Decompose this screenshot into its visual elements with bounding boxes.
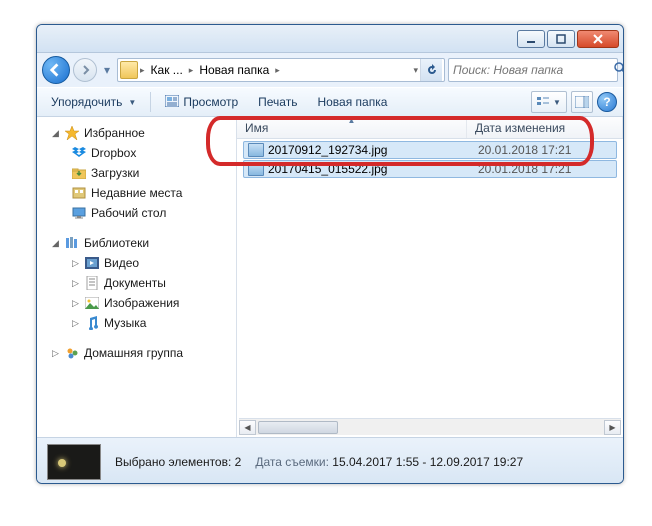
details-pane: Выбрано элементов: 2 Дата съемки: 15.04.… [37,437,623,484]
help-button[interactable]: ? [597,92,617,112]
recent-icon [71,185,87,201]
sidebar-item-libraries[interactable]: ◢Библиотеки [37,233,236,253]
breadcrumb[interactable]: ▸ Как ... ▸ Новая папка ▸ ▾ [117,58,445,82]
sidebar-item-downloads[interactable]: Загрузки [37,163,236,183]
scroll-right-button[interactable]: ▶ [604,420,621,435]
chevron-down-icon[interactable]: ▾ [413,65,418,76]
libraries-icon [64,235,80,251]
search-icon [614,62,624,78]
column-headers: Имя▲ Дата изменения [237,117,623,139]
expand-icon: ▷ [71,279,80,288]
file-date: 20.01.2018 17:21 [468,162,616,176]
documents-icon [84,275,100,291]
navigation-pane: ◢Избранное Dropbox Загрузки Недавние мес… [37,117,237,437]
desktop-icon [71,205,87,221]
expand-icon: ▷ [71,259,80,268]
expand-icon: ▷ [71,319,80,328]
expand-icon: ▷ [71,299,80,308]
sidebar-item-video[interactable]: ▷Видео [37,253,236,273]
content-area: ◢Избранное Dropbox Загрузки Недавние мес… [37,117,623,437]
organize-button[interactable]: Упорядочить▼ [43,90,144,114]
file-pane: Имя▲ Дата изменения 20170912_192734.jpg … [237,117,623,437]
details-label: Дата съемки: [255,455,329,469]
breadcrumb-seg[interactable]: Как ... [147,63,187,77]
collapse-icon: ◢ [51,129,60,138]
preview-icon [165,95,179,110]
sidebar-item-music[interactable]: ▷Музыка [37,313,236,333]
preview-pane-button[interactable] [571,91,593,113]
preview-button[interactable]: Просмотр [157,90,246,114]
scroll-thumb[interactable] [258,421,338,434]
music-icon [84,315,100,331]
folder-icon [120,61,138,79]
expand-icon: ▷ [51,349,60,358]
refresh-button[interactable] [420,59,442,81]
column-name[interactable]: Имя▲ [237,117,467,138]
search-box[interactable] [448,58,618,82]
forward-button[interactable] [73,58,97,82]
pictures-icon [84,295,100,311]
back-button[interactable] [42,56,70,84]
file-list: 20170912_192734.jpg 20.01.2018 17:21 201… [237,139,623,181]
nav-bar: ▾ ▸ Как ... ▸ Новая папка ▸ ▾ [37,53,623,87]
chevron-right-icon: ▸ [140,65,145,76]
homegroup-icon [64,345,80,361]
explorer-window: ▾ ▸ Как ... ▸ Новая папка ▸ ▾ Упорядочит… [36,24,624,484]
view-mode-button[interactable]: ▼ [531,91,567,113]
file-name: 20170912_192734.jpg [268,143,468,157]
sidebar-item-desktop[interactable]: Рабочий стол [37,203,236,223]
chevron-right-icon: ▸ [275,65,280,76]
file-name: 20170415_015522.jpg [268,162,468,176]
details-value: 15.04.2017 1:55 - 12.09.2017 19:27 [332,455,523,469]
chevron-right-icon: ▸ [189,65,194,76]
titlebar [37,25,623,53]
new-folder-button[interactable]: Новая папка [309,90,395,114]
image-file-icon [248,162,264,176]
sidebar-item-homegroup[interactable]: ▷Домашняя группа [37,343,236,363]
file-row[interactable]: 20170912_192734.jpg 20.01.2018 17:21 [243,141,617,159]
maximize-button[interactable] [547,30,575,48]
image-file-icon [248,143,264,157]
print-button[interactable]: Печать [250,90,305,114]
command-bar: Упорядочить▼ Просмотр Печать Новая папка… [37,87,623,117]
history-dropdown[interactable]: ▾ [100,58,114,82]
breadcrumb-seg[interactable]: Новая папка [195,63,273,77]
dropbox-icon [71,145,87,161]
file-row[interactable]: 20170415_015522.jpg 20.01.2018 17:21 [243,160,617,178]
collapse-icon: ◢ [51,239,60,248]
video-icon [84,255,100,271]
scroll-left-button[interactable]: ◀ [239,420,256,435]
column-date[interactable]: Дата изменения [467,117,623,138]
close-button[interactable] [577,30,619,48]
star-icon [64,125,80,141]
sidebar-item-dropbox[interactable]: Dropbox [37,143,236,163]
sidebar-item-recent[interactable]: Недавние места [37,183,236,203]
sidebar-item-favorites[interactable]: ◢Избранное [37,123,236,143]
file-date: 20.01.2018 17:21 [468,143,616,157]
horizontal-scrollbar[interactable]: ◀ ▶ [239,418,621,435]
sidebar-item-pictures[interactable]: ▷Изображения [37,293,236,313]
downloads-icon [71,165,87,181]
sidebar-item-documents[interactable]: ▷Документы [37,273,236,293]
search-input[interactable] [453,63,610,77]
minimize-button[interactable] [517,30,545,48]
selection-count: Выбрано элементов: 2 [115,455,241,469]
sort-asc-icon: ▲ [348,116,356,125]
thumbnail [47,444,101,480]
